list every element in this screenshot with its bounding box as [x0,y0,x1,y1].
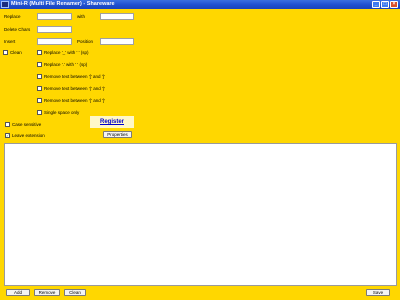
option-checkbox-parentheses[interactable] [37,86,42,91]
title-bar[interactable]: Mini-R (Multi File Renamer) - Shareware … [0,0,400,9]
option-label-dot: Replace '.' with ' ' (sp) [44,62,88,67]
option-checkbox-single-space[interactable] [37,110,42,115]
clean-label: Clean [10,50,22,55]
option-label-curly-braces: Remove text between '{' and '}' [44,98,106,103]
option-label-underscore: Replace '_' with ' ' (sp) [44,50,89,55]
window-title: Mini-R (Multi File Renamer) - Shareware [11,1,115,7]
with-label: with [77,14,86,19]
close-button[interactable]: × [390,1,398,8]
leave-extension-checkbox[interactable]: ✓ [5,133,10,138]
clean-checkbox[interactable] [3,50,8,55]
delete-chars-input[interactable] [37,26,72,33]
leave-extension-label: Leave extension [12,133,45,138]
option-checkbox-curly-braces[interactable] [37,98,42,103]
position-input[interactable] [100,38,134,45]
insert-input[interactable] [37,38,72,45]
option-label-square-brackets: Remove text between '[' and ']' [44,74,105,79]
option-label-single-space: Single space only [44,110,80,115]
insert-label: Insert [4,39,16,44]
minimize-button[interactable]: _ [372,1,380,8]
properties-button[interactable]: Properties [103,131,132,138]
option-checkbox-dot[interactable] [37,62,42,67]
option-label-parentheses: Remove text between '(' and ')' [44,86,106,91]
position-label: Position [77,39,94,44]
register-link[interactable]: Register [90,116,134,128]
with-input[interactable] [100,13,134,20]
delete-chars-label: Delete Chars [4,27,31,32]
case-sensitive-label: Case sensitive [12,122,42,127]
clean-button[interactable]: Clean [64,289,86,296]
option-checkbox-underscore[interactable] [37,50,42,55]
case-sensitive-checkbox[interactable] [5,122,10,127]
save-button[interactable]: Save [366,289,390,296]
remove-button[interactable]: Remove [34,289,60,296]
option-checkbox-square-brackets[interactable] [37,74,42,79]
replace-label: Replace [4,14,21,19]
app-icon [1,1,9,8]
maximize-button[interactable]: □ [381,1,389,8]
app-window: Mini-R (Multi File Renamer) - Shareware … [0,0,400,300]
file-list-area[interactable] [4,143,397,286]
replace-input[interactable] [37,13,72,20]
add-button[interactable]: Add [6,289,30,296]
